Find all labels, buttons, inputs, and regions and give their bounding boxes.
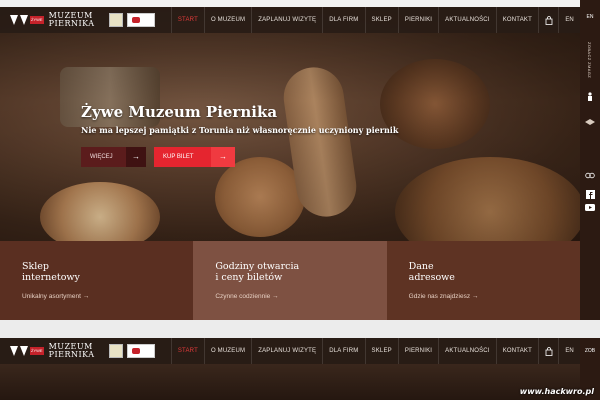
museum-logo[interactable]: ŻYWE MUZEUM PIERNIKA (8, 340, 95, 362)
rail-vertical-text[interactable]: ZOBACZ ZMAGZ (587, 42, 592, 78)
logo-text: MUZEUM PIERNIKA (49, 12, 95, 28)
nav-sklep[interactable]: SKLEP (364, 7, 398, 33)
nav-start[interactable]: START (170, 338, 204, 364)
logo-text: MUZEUM PIERNIKA (49, 343, 95, 359)
panel-opening-hours[interactable]: Godziny otwarcia i ceny biletów Czynne co… (193, 241, 387, 320)
bird-icon[interactable] (584, 118, 596, 128)
youtube-icon[interactable] (584, 204, 596, 213)
buy-ticket-button[interactable]: KUP BILET → (154, 147, 235, 167)
panel-title: Sklep internetowy (22, 261, 80, 283)
nav-o-muzeum[interactable]: O MUZEUM (203, 338, 251, 364)
logo-small-label: ŻYWE (30, 347, 44, 355)
person-icon[interactable] (584, 92, 596, 104)
nav-sklep[interactable]: SKLEP (364, 338, 398, 364)
info-panels: Sklep internetowy Unikalny asortyment → G… (0, 241, 580, 320)
hero-preview (0, 364, 580, 400)
logo-small-label: ŻYWE (30, 16, 44, 24)
more-button-label: WIĘCEJ (90, 154, 113, 160)
hero-title: Żywe Muzeum Piernika (81, 103, 278, 121)
panel-link[interactable]: Unikalny asortyment → (22, 293, 193, 300)
nav-pierniki[interactable]: PIERNIKI (397, 7, 438, 33)
social-rail: EN ZOBACZ ZMAGZ (580, 0, 600, 320)
sticky-header-preview: ŻYWE MUZEUM PIERNIKA START O MUZEUM ZAPL… (0, 338, 600, 400)
nav-zaplanuj-wizyte[interactable]: ZAPLANUJ WIZYTĘ (251, 338, 322, 364)
shopping-bag-icon[interactable] (538, 7, 558, 33)
panel-link[interactable]: Gdzie nas znajdziesz → (409, 293, 580, 300)
section-gap (0, 320, 600, 338)
logo-line-2: PIERNIKA (48, 19, 95, 28)
partner-logo-1[interactable] (108, 344, 123, 358)
partner-logos (108, 344, 155, 358)
rail-language[interactable]: EN (580, 0, 600, 20)
partner-logo-2[interactable] (126, 13, 155, 27)
nav-aktualnosci[interactable]: AKTUALNOŚCI (438, 7, 496, 33)
hearts-logo-icon (10, 15, 28, 25)
nav-kontakt[interactable]: KONTAKT (495, 7, 538, 33)
nav-kontakt[interactable]: KONTAKT (495, 338, 538, 364)
buy-ticket-label: KUP BILET (163, 154, 194, 160)
nav-o-muzeum[interactable]: O MUZEUM (203, 7, 251, 33)
tripadvisor-icon[interactable] (584, 172, 596, 181)
museum-logo[interactable]: ŻYWE MUZEUM PIERNIKA (8, 9, 95, 31)
more-button[interactable]: WIĘCEJ → (81, 147, 146, 167)
language-switch[interactable]: EN (558, 7, 580, 33)
nav-start[interactable]: START (170, 7, 204, 33)
partner-logo-2[interactable] (126, 344, 155, 358)
hero-shade (0, 7, 580, 241)
top-navigation-bar-sticky: ŻYWE MUZEUM PIERNIKA START O MUZEUM ZAPL… (0, 338, 580, 364)
panel-title: Dane adresowe (408, 261, 455, 283)
nav-aktualnosci[interactable]: AKTUALNOŚCI (438, 338, 496, 364)
page: Żywe Muzeum Piernika Nie ma lepszej pami… (0, 0, 600, 400)
nav-dla-firm[interactable]: DLA FIRM (322, 7, 364, 33)
watermark: www.hackwro.pl (519, 387, 594, 396)
hero-banner: Żywe Muzeum Piernika Nie ma lepszej pami… (0, 7, 580, 241)
main-menu: START O MUZEUM ZAPLANUJ WIZYTĘ DLA FIRM … (170, 7, 580, 33)
top-strip (0, 0, 600, 7)
facebook-icon[interactable] (584, 190, 596, 201)
hero-subtitle: Nie ma lepszej pamiątki z Torunia niż wł… (81, 125, 399, 135)
language-switch[interactable]: EN (558, 338, 580, 364)
panel-address[interactable]: Dane adresowe Gdzie nas znajdziesz → (386, 241, 580, 320)
panel-link[interactable]: Czynne codziennie → (215, 293, 386, 300)
panel-title: Godziny otwarcia i ceny biletów (215, 261, 300, 283)
logo-line-2: PIERNIKA (48, 350, 95, 359)
partner-logo-1[interactable] (108, 13, 123, 27)
nav-zaplanuj-wizyte[interactable]: ZAPLANUJ WIZYTĘ (251, 7, 322, 33)
top-navigation-bar: ŻYWE MUZEUM PIERNIKA START O MUZEUM ZAPL… (0, 7, 580, 33)
main-menu: START O MUZEUM ZAPLANUJ WIZYTĘ DLA FIRM … (170, 338, 580, 364)
nav-dla-firm[interactable]: DLA FIRM (322, 338, 364, 364)
arrow-right-icon: → (211, 147, 235, 167)
nav-pierniki[interactable]: PIERNIKI (397, 338, 438, 364)
panel-online-shop[interactable]: Sklep internetowy Unikalny asortyment → (0, 241, 194, 320)
partner-logos (108, 13, 155, 27)
shopping-bag-icon[interactable] (538, 338, 558, 364)
arrow-right-icon: → (126, 147, 146, 167)
hearts-logo-icon (10, 346, 28, 356)
